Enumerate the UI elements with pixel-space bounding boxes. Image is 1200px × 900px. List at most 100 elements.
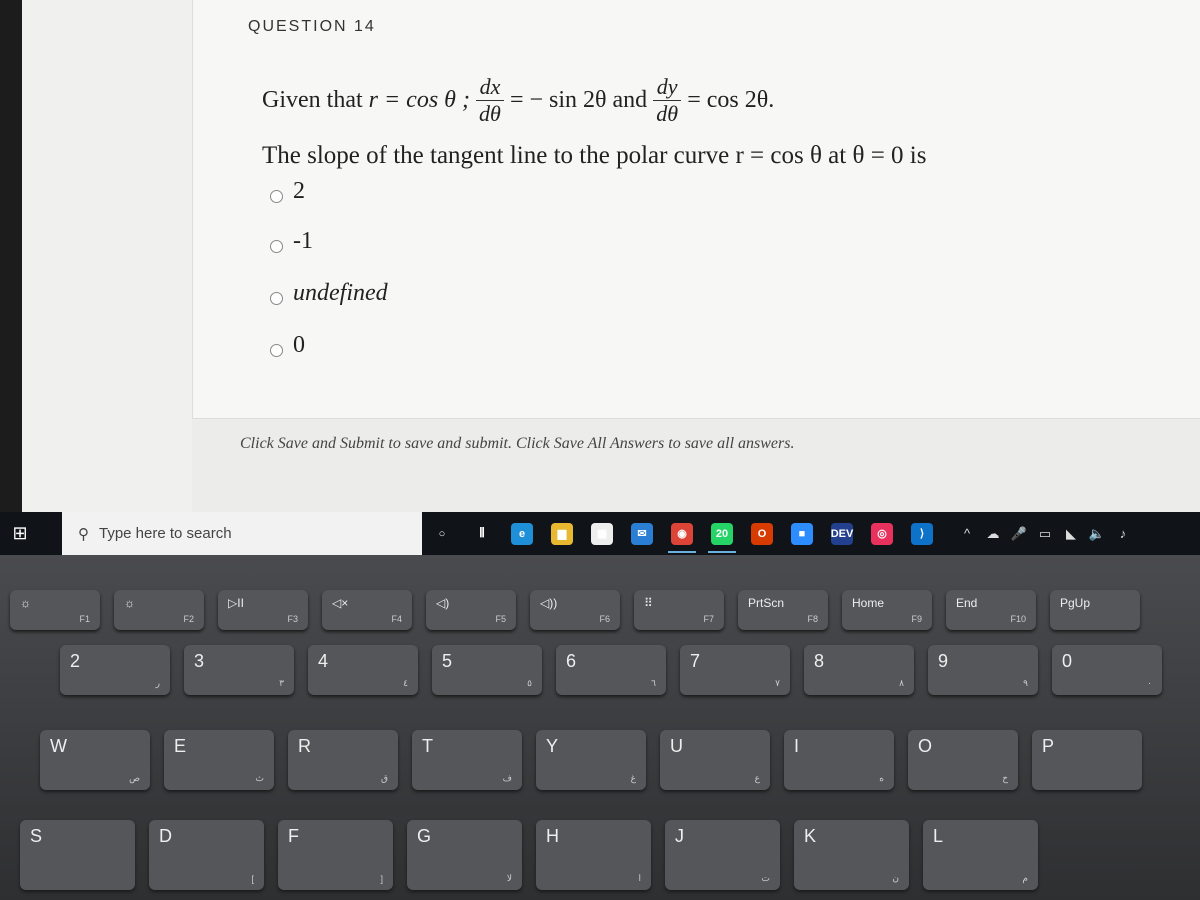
keyboard-key[interactable]: Kن: [794, 820, 909, 890]
keyboard-key[interactable]: S: [20, 820, 135, 890]
radio-button[interactable]: [270, 344, 283, 357]
tray-icon[interactable]: 🎤: [1006, 526, 1032, 542]
chrome-icon: ◉: [671, 522, 693, 545]
tray-icon[interactable]: ^: [954, 526, 980, 542]
keyboard-key[interactable]: ☼ F2: [114, 590, 204, 630]
radio-button[interactable]: [270, 292, 283, 305]
key-label: W: [50, 736, 67, 756]
key-label: 3: [194, 651, 205, 671]
office-taskbar-button[interactable]: O: [742, 512, 782, 555]
keyboard-key[interactable]: End F10: [946, 590, 1036, 630]
windows-start-icon[interactable]: ⊞: [0, 523, 40, 544]
key-sublabel: غ: [630, 773, 636, 783]
keyboard-key[interactable]: 0٠: [1052, 645, 1162, 695]
key-sublabel: ﻻ: [506, 873, 512, 883]
key-sublabel: F2: [183, 614, 194, 624]
keyboard-key[interactable]: 3٣: [184, 645, 294, 695]
keyboard-key[interactable]: ◁) F5: [426, 590, 516, 630]
key-label: 7: [690, 651, 701, 671]
radio-button[interactable]: [270, 190, 283, 203]
key-sublabel: F5: [495, 614, 506, 624]
tray-icon[interactable]: ♪: [1110, 526, 1136, 542]
key-sublabel: ٨: [899, 678, 904, 688]
keyboard-key[interactable]: Wص: [40, 730, 150, 790]
key-sublabel: F1: [79, 614, 90, 624]
keyboard-key[interactable]: Rق: [288, 730, 398, 790]
file-explorer-taskbar-button[interactable]: ▆: [542, 512, 582, 555]
dtheta: dθ: [479, 101, 501, 126]
keyboard-key[interactable]: ◁)) F6: [530, 590, 620, 630]
keyboard-key[interactable]: Iه: [784, 730, 894, 790]
keyboard-key[interactable]: ☼ F1: [10, 590, 100, 630]
edge-taskbar-button[interactable]: e: [502, 512, 542, 555]
keyboard-key[interactable]: ◁× F4: [322, 590, 412, 630]
keyboard-key[interactable]: Lم: [923, 820, 1038, 890]
keyboard-key[interactable]: Home F9: [842, 590, 932, 630]
keyboard-key[interactable]: 4٤: [308, 645, 418, 695]
keyboard-key[interactable]: 9٩: [928, 645, 1038, 695]
taskbar: ⊞ ⚲ Type here to search ○ ⫼ e ▆ ▦ ✉ ◉ 20 O ■ DEV ◎ ⟩…: [0, 512, 1200, 555]
keyboard-key[interactable]: 8٨: [804, 645, 914, 695]
key-label: 2: [70, 651, 81, 671]
key-sublabel: F8: [807, 614, 818, 624]
key-sublabel: ث: [255, 773, 264, 783]
question-footer: Click Save and Submit to save and submit…: [192, 418, 1200, 512]
keyboard-key[interactable]: Eث: [164, 730, 274, 790]
keyboard-key[interactable]: Oخ: [908, 730, 1018, 790]
search-icon: ⚲: [78, 525, 89, 543]
keyboard-key[interactable]: 7٧: [680, 645, 790, 695]
keyboard-key[interactable]: 5٥: [432, 645, 542, 695]
key-label: ◁)): [540, 596, 558, 610]
dx-fraction: dx dθ: [475, 76, 504, 126]
cortana-taskbar-button[interactable]: ○: [422, 512, 462, 555]
creative-cloud-icon: ◎: [871, 522, 893, 545]
keyboard-key[interactable]: F]: [278, 820, 393, 890]
keyboard-key[interactable]: Hا: [536, 820, 651, 890]
whatsapp-taskbar-button[interactable]: 20: [702, 512, 742, 555]
keyboard-key[interactable]: 2ر: [60, 645, 170, 695]
question-prompt: The slope of the tangent line to the pol…: [262, 142, 927, 169]
mail-taskbar-button[interactable]: ✉: [622, 512, 662, 555]
keyboard-key[interactable]: Uع: [660, 730, 770, 790]
keyboard-key[interactable]: PgUp: [1050, 590, 1140, 630]
keyboard-key[interactable]: Gﻻ: [407, 820, 522, 890]
radio-button[interactable]: [270, 240, 283, 253]
dev-taskbar-button[interactable]: DEV: [822, 512, 862, 555]
file-explorer-icon: ▆: [551, 522, 573, 545]
option-3[interactable]: undefined: [270, 280, 388, 307]
key-label: 5: [442, 651, 453, 671]
option-label: undefined: [293, 280, 388, 306]
tray-icon[interactable]: ▭: [1032, 526, 1058, 542]
keyboard-key[interactable]: PrtScn F8: [738, 590, 828, 630]
vscode-taskbar-button[interactable]: ⟩: [902, 512, 942, 555]
keyboard-key[interactable]: 6٦: [556, 645, 666, 695]
zoom-taskbar-button[interactable]: ■: [782, 512, 822, 555]
option-4[interactable]: 0: [270, 332, 305, 359]
cortana-icon: ○: [431, 522, 453, 545]
keyboard-key[interactable]: ⠿ F7: [634, 590, 724, 630]
keyboard-key[interactable]: P: [1032, 730, 1142, 790]
tray-icon[interactable]: 🔈: [1084, 526, 1110, 542]
store-taskbar-button[interactable]: ▦: [582, 512, 622, 555]
key-sublabel: F10: [1010, 614, 1026, 624]
tray-icon[interactable]: ☁: [980, 526, 1006, 542]
key-label: F: [288, 826, 299, 846]
keyboard-key[interactable]: Tف: [412, 730, 522, 790]
chrome-taskbar-button[interactable]: ◉: [662, 512, 702, 555]
key-sublabel: ع: [754, 773, 760, 783]
key-sublabel: م: [1022, 873, 1028, 883]
key-sublabel: ن: [892, 873, 899, 883]
key-label: Y: [546, 736, 559, 756]
taskbar-search[interactable]: ⚲ Type here to search: [62, 512, 422, 555]
creative-cloud-taskbar-button[interactable]: ◎: [862, 512, 902, 555]
keyboard-key[interactable]: Jت: [665, 820, 780, 890]
option-1[interactable]: 2: [270, 178, 305, 205]
keyboard-key[interactable]: ▷II F3: [218, 590, 308, 630]
tray-icon[interactable]: ◣: [1058, 526, 1084, 542]
key-label: ⠿: [644, 596, 653, 610]
task-view-taskbar-button[interactable]: ⫼: [462, 512, 502, 555]
option-2[interactable]: -1: [270, 228, 313, 255]
keyboard-key[interactable]: Yغ: [536, 730, 646, 790]
keyboard-key[interactable]: D[: [149, 820, 264, 890]
key-label: D: [159, 826, 172, 846]
